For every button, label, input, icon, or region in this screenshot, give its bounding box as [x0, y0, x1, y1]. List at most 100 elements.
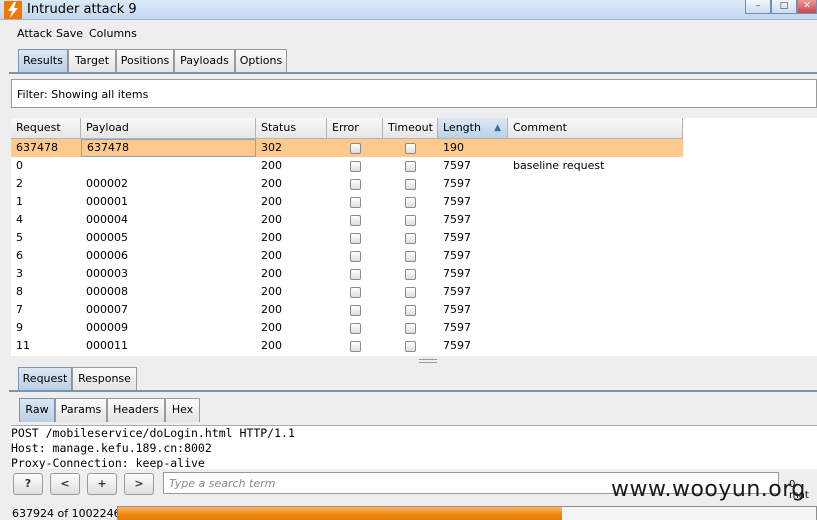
request-cell: 5	[16, 231, 23, 244]
table-row[interactable]: 6 000006 200 7597	[11, 247, 683, 265]
length-cell: 7597	[443, 267, 471, 280]
timeout-checkbox	[405, 161, 416, 172]
tab-results[interactable]: Results	[18, 49, 68, 73]
tab-params[interactable]: Params	[55, 398, 107, 422]
maximize-button[interactable]: □	[771, 0, 797, 14]
tab-request[interactable]: Request	[18, 367, 72, 391]
comment-cell	[508, 265, 513, 283]
progress-bar	[117, 506, 817, 520]
request-cell: 11	[16, 339, 30, 352]
payload-cell: 000011	[86, 339, 128, 352]
tab-payloads[interactable]: Payloads	[174, 49, 235, 73]
request-editor[interactable]: POST /mobileservice/doLogin.html HTTP/1.…	[11, 425, 817, 470]
menu-columns[interactable]: Columns	[89, 27, 137, 40]
timeout-checkbox	[405, 233, 416, 244]
table-row[interactable]: 11 000011 200 7597	[11, 337, 683, 355]
burp-lightning-icon	[4, 1, 22, 19]
timeout-checkbox	[405, 179, 416, 190]
error-checkbox	[350, 269, 361, 280]
tab-response[interactable]: Response	[72, 367, 137, 391]
timeout-checkbox	[405, 305, 416, 316]
results-table: Request Payload Status Error Timeout Len…	[11, 118, 817, 356]
column-header-timeout[interactable]: Timeout	[383, 118, 438, 139]
payload-cell: 000009	[86, 321, 128, 334]
tab-raw[interactable]: Raw	[19, 398, 55, 422]
next-match-button[interactable]: >	[124, 473, 154, 495]
comment-cell	[508, 301, 513, 319]
table-row[interactable]: 637478 637478 302 190	[11, 139, 683, 157]
length-cell: 7597	[443, 177, 471, 190]
request-cell: 1	[16, 195, 23, 208]
comment-cell	[508, 337, 513, 355]
progress-bar-fill	[118, 507, 563, 520]
title-bar: Intruder attack 9 – □ ✕	[0, 0, 817, 20]
status-cell: 200	[261, 159, 282, 172]
add-button[interactable]: +	[87, 473, 117, 495]
timeout-checkbox	[405, 269, 416, 280]
close-button[interactable]: ✕	[797, 0, 817, 14]
table-row[interactable]: 0 200 7597 baseline request	[11, 157, 683, 175]
timeout-checkbox	[405, 251, 416, 262]
length-cell: 7597	[443, 303, 471, 316]
length-cell: 190	[443, 141, 464, 154]
timeout-checkbox	[405, 215, 416, 226]
length-cell: 7597	[443, 285, 471, 298]
status-cell: 200	[261, 195, 282, 208]
table-row[interactable]: 8 000008 200 7597	[11, 283, 683, 301]
tab-headers[interactable]: Headers	[107, 398, 165, 422]
tab-positions[interactable]: Positions	[116, 49, 174, 73]
table-row[interactable]: 5 000005 200 7597	[11, 229, 683, 247]
error-checkbox	[350, 323, 361, 334]
column-header-comment[interactable]: Comment	[508, 118, 683, 139]
length-cell: 7597	[443, 321, 471, 334]
table-row[interactable]: 1 000001 200 7597	[11, 193, 683, 211]
table-row[interactable]: 3 000003 200 7597	[11, 265, 683, 283]
payload-cell: 000005	[86, 231, 128, 244]
previous-match-button[interactable]: <	[50, 473, 80, 495]
timeout-checkbox	[405, 287, 416, 298]
column-header-length-label: Length	[443, 121, 481, 134]
comment-cell: baseline request	[513, 159, 605, 172]
request-cell: 0	[16, 159, 23, 172]
window-title: Intruder attack 9	[27, 2, 137, 17]
tab-hex[interactable]: Hex	[165, 398, 200, 422]
filter-bar[interactable]: Filter: Showing all items	[11, 79, 817, 108]
tab-options[interactable]: Options	[235, 49, 287, 73]
column-header-payload[interactable]: Payload	[81, 118, 256, 139]
column-header-length[interactable]: Length ▲	[438, 118, 508, 139]
comment-cell	[508, 247, 513, 265]
table-header: Request Payload Status Error Timeout Len…	[11, 118, 683, 139]
table-row[interactable]: 9 000009 200 7597	[11, 319, 683, 337]
minimize-button[interactable]: –	[745, 0, 771, 14]
payload-cell	[81, 157, 86, 175]
comment-cell	[508, 139, 513, 157]
progress-label: 637924 of 1002246	[12, 507, 121, 520]
status-cell: 200	[261, 213, 282, 226]
timeout-checkbox	[405, 341, 416, 352]
column-header-error[interactable]: Error	[327, 118, 383, 139]
length-cell: 7597	[443, 213, 471, 226]
splitter-handle[interactable]	[419, 359, 437, 363]
table-row[interactable]: 4 000004 200 7597	[11, 211, 683, 229]
request-line: Host: manage.kefu.189.cn:8002	[11, 441, 212, 455]
payload-cell: 000002	[86, 177, 128, 190]
request-cell: 3	[16, 267, 23, 280]
menu-attack[interactable]: Attack	[17, 27, 52, 40]
request-cell: 6	[16, 249, 23, 262]
menu-bar: Attack Save Columns	[0, 22, 817, 44]
help-button[interactable]: ?	[13, 473, 43, 495]
table-row[interactable]: 7 000007 200 7597	[11, 301, 683, 319]
error-checkbox	[350, 251, 361, 262]
menu-save[interactable]: Save	[56, 27, 83, 40]
message-tab-divider	[9, 390, 817, 392]
tab-target[interactable]: Target	[68, 49, 116, 73]
column-header-request[interactable]: Request	[11, 118, 81, 139]
table-row[interactable]: 2 000002 200 7597	[11, 175, 683, 193]
column-header-status[interactable]: Status	[256, 118, 327, 139]
payload-cell: 000003	[86, 267, 128, 280]
payload-cell: 000006	[86, 249, 128, 262]
error-checkbox	[350, 215, 361, 226]
status-cell: 200	[261, 231, 282, 244]
payload-cell: 637478	[81, 139, 256, 157]
comment-cell	[508, 175, 513, 193]
